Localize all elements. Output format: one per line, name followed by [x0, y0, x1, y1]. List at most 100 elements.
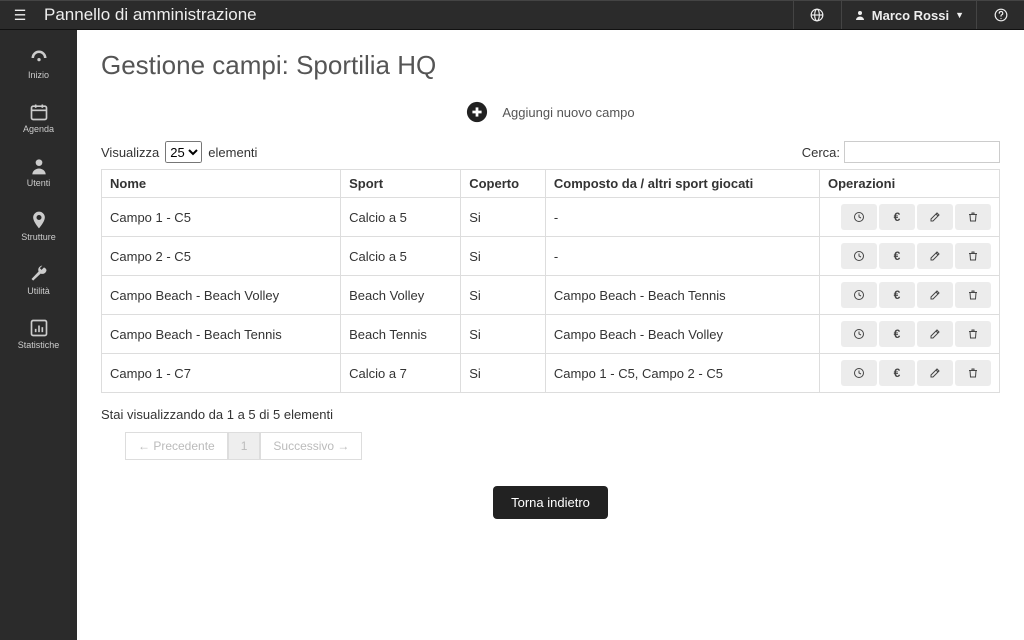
cell-name: Campo 1 - C5 — [102, 198, 341, 237]
col-sport[interactable]: Sport — [341, 170, 461, 198]
price-button[interactable]: € — [879, 321, 915, 347]
user-menu[interactable]: Marco Rossi ▼ — [841, 1, 976, 29]
schedule-button[interactable] — [841, 204, 877, 230]
edit-button[interactable] — [917, 243, 953, 269]
col-composed[interactable]: Composto da / altri sport giocati — [545, 170, 819, 198]
pagination: ← Precedente 1 Successivo → — [125, 432, 1000, 460]
cell-sport: Calcio a 5 — [341, 237, 461, 276]
add-new-label: Aggiungi nuovo campo — [502, 105, 634, 120]
cell-name: Campo Beach - Beach Tennis — [102, 315, 341, 354]
delete-button[interactable] — [955, 321, 991, 347]
add-new-row[interactable]: Aggiungi nuovo campo — [101, 101, 1000, 123]
cell-ops: € — [820, 276, 1000, 315]
cell-composed: - — [545, 198, 819, 237]
app-title: Pannello di amministrazione — [40, 5, 257, 25]
sidebar-item-label: Utilità — [27, 286, 50, 296]
delete-button[interactable] — [955, 282, 991, 308]
user-name: Marco Rossi — [872, 8, 949, 23]
plus-circle-icon — [466, 101, 488, 123]
delete-button[interactable] — [955, 243, 991, 269]
delete-button[interactable] — [955, 204, 991, 230]
cell-composed: Campo Beach - Beach Volley — [545, 315, 819, 354]
help-icon[interactable] — [976, 1, 1024, 29]
cell-covered: Si — [461, 315, 546, 354]
sidebar-item-label: Statistiche — [18, 340, 60, 350]
entries-label: elementi — [208, 145, 257, 160]
schedule-button[interactable] — [841, 321, 877, 347]
search-label: Cerca: — [802, 145, 840, 160]
cell-ops: € — [820, 237, 1000, 276]
sidebar-item-agenda[interactable]: Agenda — [0, 92, 77, 146]
table-row: Campo 1 - C7Calcio a 7SiCampo 1 - C5, Ca… — [102, 354, 1000, 393]
cell-sport: Beach Tennis — [341, 315, 461, 354]
search-input[interactable] — [844, 141, 1000, 163]
menu-toggle-icon[interactable]: ☰ — [0, 7, 40, 24]
fields-table: Nome Sport Coperto Composto da / altri s… — [101, 169, 1000, 393]
schedule-button[interactable] — [841, 243, 877, 269]
cell-composed: - — [545, 237, 819, 276]
col-ops: Operazioni — [820, 170, 1000, 198]
user-icon — [2, 156, 75, 176]
sidebar-item-structures[interactable]: Strutture — [0, 200, 77, 254]
page-number-button[interactable]: 1 — [228, 432, 261, 460]
col-name[interactable]: Nome — [102, 170, 341, 198]
cell-ops: € — [820, 198, 1000, 237]
edit-button[interactable] — [917, 204, 953, 230]
cell-ops: € — [820, 315, 1000, 354]
next-button[interactable]: Successivo → — [260, 432, 362, 460]
cell-sport: Beach Volley — [341, 276, 461, 315]
show-label: Visualizza — [101, 145, 159, 160]
sidebar-item-stats[interactable]: Statistiche — [0, 308, 77, 362]
sidebar-item-label: Utenti — [27, 178, 51, 188]
delete-button[interactable] — [955, 360, 991, 386]
price-button[interactable]: € — [879, 204, 915, 230]
cell-sport: Calcio a 5 — [341, 198, 461, 237]
table-row: Campo 1 - C5Calcio a 5Si- € — [102, 198, 1000, 237]
globe-icon[interactable] — [793, 1, 841, 29]
col-covered[interactable]: Coperto — [461, 170, 546, 198]
user-icon — [854, 9, 866, 21]
topbar: ☰ Pannello di amministrazione Marco Ross… — [0, 0, 1024, 30]
sidebar-item-users[interactable]: Utenti — [0, 146, 77, 200]
wrench-icon — [2, 264, 75, 284]
sidebar-item-label: Inizio — [28, 70, 49, 80]
chevron-down-icon: ▼ — [955, 10, 964, 20]
price-button[interactable]: € — [879, 360, 915, 386]
dashboard-icon — [2, 48, 75, 68]
sidebar-item-label: Agenda — [23, 124, 54, 134]
topbar-right: Marco Rossi ▼ — [793, 1, 1024, 29]
cell-covered: Si — [461, 237, 546, 276]
sidebar-item-label: Strutture — [21, 232, 56, 242]
price-button[interactable]: € — [879, 282, 915, 308]
cell-ops: € — [820, 354, 1000, 393]
schedule-button[interactable] — [841, 360, 877, 386]
edit-button[interactable] — [917, 282, 953, 308]
sidebar-item-home[interactable]: Inizio — [0, 38, 77, 92]
table-row: Campo Beach - Beach VolleyBeach VolleySi… — [102, 276, 1000, 315]
table-row: Campo 2 - C5Calcio a 5Si- € — [102, 237, 1000, 276]
cell-name: Campo 1 - C7 — [102, 354, 341, 393]
schedule-button[interactable] — [841, 282, 877, 308]
page-size-select[interactable]: 25 — [165, 141, 202, 163]
prev-button[interactable]: ← Precedente — [125, 432, 228, 460]
cell-covered: Si — [461, 276, 546, 315]
bar-chart-icon — [2, 318, 75, 338]
datatable-info: Stai visualizzando da 1 a 5 di 5 element… — [101, 407, 1000, 422]
cell-name: Campo 2 - C5 — [102, 237, 341, 276]
cell-composed: Campo Beach - Beach Tennis — [545, 276, 819, 315]
cell-composed: Campo 1 - C5, Campo 2 - C5 — [545, 354, 819, 393]
edit-button[interactable] — [917, 321, 953, 347]
map-marker-icon — [2, 210, 75, 230]
calendar-icon — [2, 102, 75, 122]
main-content: Gestione campi: Sportilia HQ Aggiungi nu… — [77, 30, 1024, 640]
cell-covered: Si — [461, 354, 546, 393]
table-row: Campo Beach - Beach TennisBeach TennisSi… — [102, 315, 1000, 354]
back-button[interactable]: Torna indietro — [493, 486, 608, 519]
page-title: Gestione campi: Sportilia HQ — [101, 50, 1000, 81]
price-button[interactable]: € — [879, 243, 915, 269]
sidebar-item-utilities[interactable]: Utilità — [0, 254, 77, 308]
sidebar: Inizio Agenda Utenti Strutture Utilità — [0, 30, 77, 640]
cell-sport: Calcio a 7 — [341, 354, 461, 393]
edit-button[interactable] — [917, 360, 953, 386]
cell-covered: Si — [461, 198, 546, 237]
